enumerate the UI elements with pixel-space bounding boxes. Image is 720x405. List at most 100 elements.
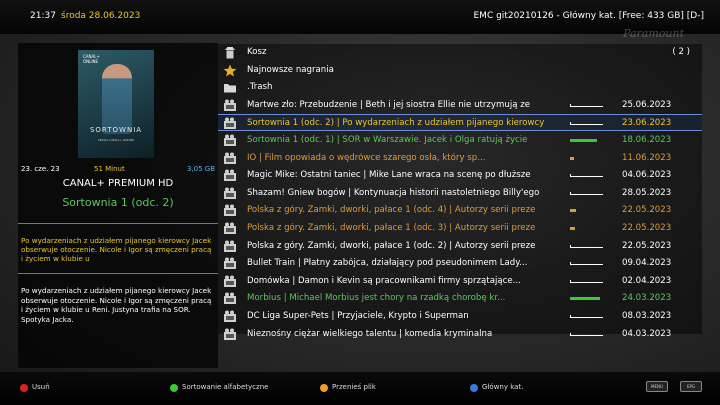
list-item-date: 09.04.2023 [622, 258, 672, 269]
menu-button[interactable]: MENU [646, 381, 668, 392]
trash-icon [223, 46, 237, 59]
list-item-date: 24.03.2023 [622, 293, 672, 304]
bottom-bar: Usuń Sortowanie alfabetyczne Przenieś pl… [0, 372, 720, 405]
list-item-title: .Trash [247, 82, 273, 93]
poster-image: CANAL+ ONLINE SORTOWNIA SERIAL CANAL+ ON… [78, 50, 154, 158]
list-item-title: Bullet Train | Płatny zabójca, działając… [247, 258, 528, 269]
yellow-key-label: Przenieś plik [332, 383, 376, 391]
red-key-label: Usuń [32, 383, 50, 391]
progress-bar [570, 315, 603, 318]
list-item-title: Morbius | Michael Morbius jest chory na … [247, 293, 506, 304]
recordings-list[interactable]: Kosz ( 2 ) Najnowsze nagrania .Trash Martwe … [218, 44, 702, 340]
list-item-title: Nieznośny ciężar wielkiego talentu | kom… [247, 328, 493, 339]
list-item-date: 04.03.2023 [622, 328, 672, 339]
progress-bar [570, 174, 603, 178]
list-item-title: Shazam! Gniew bogów | Kontynuacja histor… [247, 187, 540, 198]
poster-subtitle: SERIAL CANAL+ ONLINE [97, 138, 135, 142]
list-item-title: Kosz [247, 47, 267, 57]
list-item-title: Sortownia 1 (odc. 2) | Po wydarzeniach z… [247, 118, 545, 129]
progress-bar [570, 332, 603, 336]
clock: 21:37 [30, 11, 56, 21]
short-description: Po wydarzeniach z udziałem pijanego kier… [21, 236, 212, 263]
recording-duration: 51 Minut [94, 165, 125, 173]
current-date: środa 28.06.2023 [61, 11, 141, 21]
list-item-title: Martwe zło: Przebudzenie | Beth i jej si… [247, 99, 531, 110]
progress-bar [570, 139, 602, 142]
recording-size: 3,05 GB [186, 165, 215, 173]
list-item[interactable]: Domówka | Damon i Kevin są pracownikami … [218, 273, 702, 290]
channel-watermark: Paramount [623, 27, 684, 40]
list-item-title: Polska z góry. Zamki, dworki, pałace 1 (… [247, 240, 536, 251]
list-item-date: 25.06.2023 [622, 99, 672, 110]
movie-icon [223, 134, 237, 147]
list-item-title: Polska z góry. Zamki, dworki, pałace 1 (… [247, 223, 536, 233]
epg-button[interactable]: EPG [680, 381, 702, 392]
list-item[interactable]: Polska z góry. Zamki, dworki, pałace 1 (… [218, 202, 702, 219]
progress-bar [570, 227, 602, 230]
movie-icon [223, 275, 237, 288]
movie-icon [223, 204, 237, 217]
movie-icon [223, 240, 237, 253]
list-item-title: Sortownia 1 (odc. 1) | SOR w Warszawie. … [247, 135, 528, 145]
list-item-date: 11.06.2023 [622, 152, 672, 163]
poster-brand: CANAL+ ONLINE [83, 54, 100, 64]
list-item[interactable]: Morbius | Michael Morbius jest chory na … [218, 290, 702, 307]
list-item[interactable]: Nieznośny ciężar wielkiego talentu | kom… [218, 326, 702, 343]
red-dot-icon [20, 384, 28, 392]
program-title: Sortownia 1 (odc. 2) [62, 196, 174, 209]
list-item-title: Najnowsze nagrania [247, 64, 334, 75]
movie-icon [223, 328, 237, 341]
list-item[interactable]: Magic Mike: Ostatni taniec | Mike Lane w… [218, 167, 702, 184]
movie-icon [223, 292, 237, 305]
list-item[interactable]: Polska z góry. Zamki, dworki, pałace 1 (… [218, 238, 702, 255]
blue-dot-icon [470, 384, 478, 392]
movie-icon [223, 99, 237, 112]
progress-bar [570, 103, 603, 107]
list-item[interactable]: Polska z góry. Zamki, dworki, pałace 1 (… [218, 220, 702, 237]
progress-bar [570, 156, 602, 160]
movie-icon [223, 187, 237, 200]
list-item-title: Magic Mike: Ostatni taniec | Mike Lane w… [247, 170, 531, 181]
list-item-title: Domówka | Damon i Kevin są pracownikami … [247, 275, 521, 286]
recording-date: 23. cze. 23 [21, 165, 60, 173]
progress-bar [570, 297, 602, 301]
list-item[interactable]: DC Liga Super-Pets | Przyjaciele, Krypto… [218, 308, 702, 325]
list-item-date: 22.05.2023 [622, 205, 672, 216]
movie-icon [223, 169, 237, 182]
list-item-title: DC Liga Super-Pets | Przyjaciele, Krypto… [247, 311, 469, 321]
folder-icon [223, 81, 237, 94]
movie-icon [223, 152, 237, 165]
list-item-date: 04.06.2023 [622, 170, 672, 181]
progress-bar [570, 209, 602, 213]
movie-icon [223, 117, 237, 130]
list-item[interactable]: Najnowsze nagrania [218, 62, 702, 79]
long-description: Po wydarzeniach z udziałem pijanego kier… [21, 286, 212, 324]
list-item[interactable]: Sortownia 1 (odc. 2) | Po wydarzeniach z… [218, 114, 702, 132]
list-item-date: 22.05.2023 [622, 223, 672, 233]
yellow-dot-icon [320, 384, 328, 392]
list-item-date: 18.06.2023 [622, 135, 672, 145]
star-icon [223, 64, 237, 77]
item-count: ( 2 ) [672, 47, 690, 57]
blue-key-label: Główny kat. [482, 383, 524, 391]
list-item[interactable]: Shazam! Gniew bogów | Kontynuacja histor… [218, 185, 702, 202]
movie-icon [223, 222, 237, 235]
list-item[interactable]: Sortownia 1 (odc. 1) | SOR w Warszawie. … [218, 132, 702, 149]
list-item-title: Polska z góry. Zamki, dworki, pałace 1 (… [247, 205, 536, 216]
movie-icon [223, 257, 237, 270]
list-item[interactable]: Bullet Train | Płatny zabójca, działając… [218, 255, 702, 272]
progress-bar [570, 279, 603, 283]
poster-figure [102, 64, 132, 134]
poster-title: SORTOWNIA [89, 126, 143, 134]
progress-bar [570, 262, 603, 266]
list-item[interactable]: IO | Film opowiada o wędrówce szarego os… [218, 150, 702, 167]
divider [18, 273, 218, 274]
green-dot-icon [170, 384, 178, 392]
list-item[interactable]: Martwe zło: Przebudzenie | Beth i jej si… [218, 97, 702, 114]
list-item-date: 02.04.2023 [622, 275, 672, 286]
poster-brand-line2: ONLINE [83, 59, 99, 64]
channel-name: CANAL+ PREMIUM HD [62, 178, 174, 189]
progress-bar [570, 122, 603, 126]
list-item[interactable]: .Trash [218, 79, 702, 96]
list-item[interactable]: Kosz ( 2 ) [218, 44, 702, 61]
